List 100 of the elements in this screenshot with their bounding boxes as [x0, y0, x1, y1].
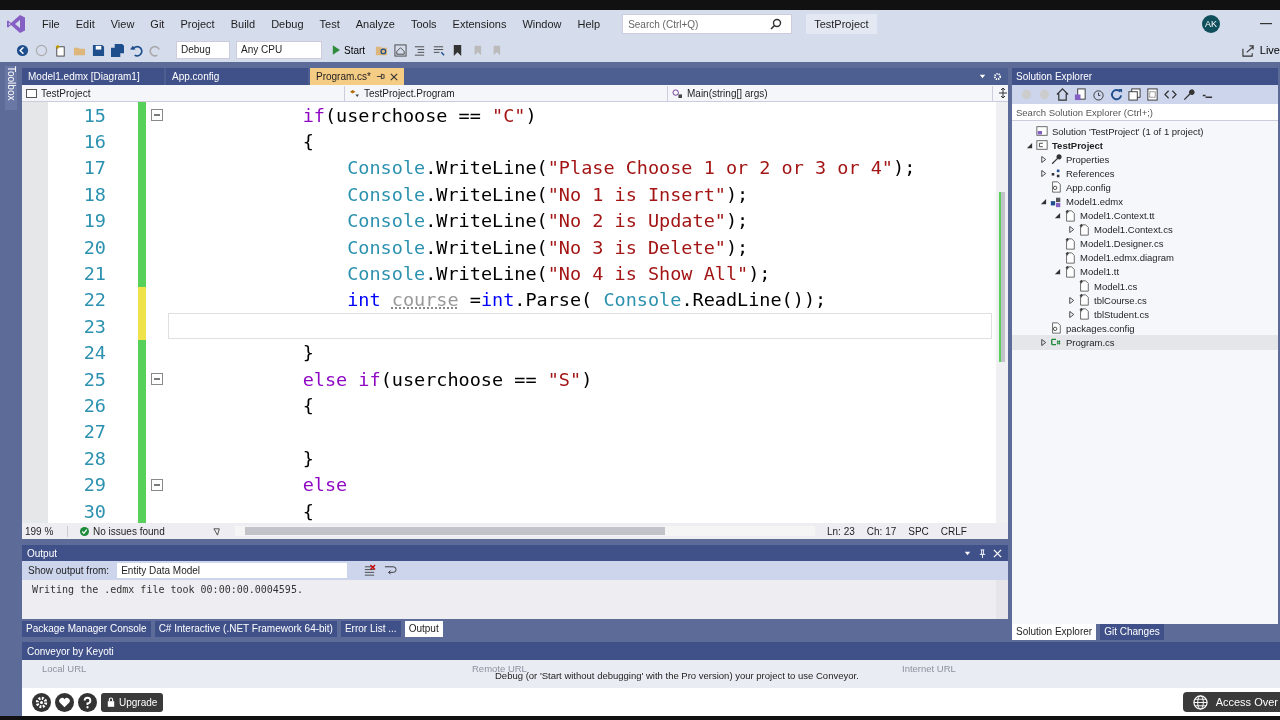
show-all-files-icon[interactable]	[1146, 88, 1159, 101]
configuration-dropdown[interactable]: Debug	[176, 41, 230, 59]
code-line: Console.WriteLine("No 2 is Update");	[346, 210, 749, 232]
tree-item[interactable]: tblStudent.cs	[1012, 307, 1278, 322]
menu-item[interactable]: Help	[569, 18, 609, 30]
horizontal-scrollbar[interactable]	[235, 526, 815, 536]
minimize-icon[interactable]	[1260, 23, 1272, 25]
code-line: }	[301, 342, 314, 364]
panel-tab[interactable]: Git Changes	[1100, 624, 1164, 640]
help-icon[interactable]	[78, 692, 97, 712]
issues-status[interactable]: No issues found	[80, 525, 200, 537]
panel-tab[interactable]: Package Manager Console	[22, 621, 151, 637]
expanded-icon[interactable]	[1025, 141, 1033, 149]
tree-item[interactable]: Program.cs	[1012, 335, 1278, 350]
menu-item[interactable]: Edit	[67, 18, 103, 30]
collapsed-icon[interactable]	[1067, 296, 1075, 304]
history-icon[interactable]	[1092, 88, 1105, 101]
toolbox-tab[interactable]: Toolbox	[5, 66, 17, 110]
vertical-scrollbar[interactable]	[996, 102, 1008, 523]
collapse-icon[interactable]	[151, 373, 163, 386]
search-field[interactable]: Search Solution Explorer (Ctrl+;)	[1012, 104, 1278, 121]
menu-item[interactable]: View	[102, 18, 143, 30]
home-icon[interactable]	[1056, 88, 1069, 101]
tree-item[interactable]: Model1.edmx.diagram	[1012, 250, 1278, 265]
csharp-project-icon	[1036, 139, 1048, 152]
member-dropdown[interactable]: Main(string[] args)	[668, 85, 993, 101]
editor-tab[interactable]: App.config	[166, 68, 308, 85]
collapsed-icon[interactable]	[1039, 155, 1047, 163]
tree-item[interactable]: Model1.edmx	[1012, 194, 1278, 209]
code-line: Console.WriteLine("Plase Choose 1 or 2 or 3 or 4");	[346, 157, 916, 179]
collapsed-icon[interactable]	[1039, 338, 1047, 346]
save-all-icon[interactable]	[111, 43, 124, 57]
tree-item[interactable]: packages.config	[1012, 321, 1278, 336]
switch-views-icon[interactable]	[1074, 88, 1087, 101]
output-source-dropdown[interactable]: Entity Data Model	[117, 563, 348, 578]
expanded-icon[interactable]	[1039, 198, 1047, 205]
tree-item[interactable]: Model1.cs	[1012, 279, 1278, 294]
tree-item[interactable]: Properties	[1012, 152, 1278, 167]
panel-tab[interactable]: Solution Explorer	[1012, 624, 1097, 640]
tree-item[interactable]: App.config	[1012, 180, 1278, 195]
expanded-icon[interactable]	[1053, 212, 1061, 220]
tree-item[interactable]: TestProject	[1012, 138, 1278, 153]
comment-icon[interactable]	[432, 43, 446, 57]
expanded-icon[interactable]	[1053, 268, 1061, 276]
menu-item[interactable]: Build	[222, 18, 264, 30]
collapsed-icon[interactable]	[1039, 169, 1047, 177]
start-button[interactable]: Start	[328, 44, 370, 56]
menu-item[interactable]: Git	[142, 18, 173, 30]
editor-tab[interactable]: Model1.edmx [Diagram1]	[22, 68, 164, 85]
refresh-icon[interactable]	[1110, 88, 1123, 101]
collapse-icon[interactable]	[151, 109, 163, 122]
output-scrollbar[interactable]	[996, 580, 1008, 619]
menu-item[interactable]: Window	[514, 18, 570, 30]
menu-item[interactable]: Debug	[263, 18, 312, 30]
word-wrap-icon[interactable]	[384, 564, 398, 577]
project-dropdown[interactable]: TestProject	[22, 85, 345, 101]
back-icon[interactable]	[16, 43, 29, 57]
pin-icon[interactable]	[376, 72, 385, 81]
search-field[interactable]: Search (Ctrl+Q)	[622, 14, 793, 34]
tree-item[interactable]: Model1.Context.tt	[1012, 208, 1278, 223]
editor-tab[interactable]: Program.cs*	[310, 68, 404, 85]
new-item-icon[interactable]	[54, 43, 67, 57]
collapsed-icon[interactable]	[1067, 310, 1075, 318]
tree-item[interactable]: Model1.Context.cs	[1012, 222, 1278, 237]
panel-tab[interactable]: C# Interactive (.NET Framework 64-bit)	[154, 621, 337, 637]
dropdown-icon[interactable]	[978, 72, 987, 81]
live-share-button[interactable]: Live	[1241, 43, 1280, 57]
upgrade-button[interactable]: Upgrade	[101, 692, 164, 712]
platform-dropdown[interactable]: Any CPU	[236, 41, 322, 59]
zoom-dropdown[interactable]: 199 %	[22, 525, 68, 537]
tree-item[interactable]: Solution 'TestProject' (1 of 1 project)	[1012, 124, 1278, 139]
menu-item[interactable]: Project	[172, 18, 223, 30]
settings-icon[interactable]	[993, 72, 1002, 81]
menu-item[interactable]: Extensions	[444, 18, 515, 30]
wrench-icon[interactable]	[1182, 88, 1195, 101]
tree-item[interactable]: Model1.tt	[1012, 264, 1278, 280]
access-over-internet-button[interactable]: Access Over	[1182, 692, 1280, 712]
collapse-all-icon[interactable]	[1128, 88, 1141, 101]
home-icon[interactable]	[394, 43, 408, 57]
split-icon[interactable]	[998, 88, 1008, 98]
save-icon[interactable]	[92, 43, 105, 57]
panel-tab[interactable]: Output	[404, 621, 443, 637]
tree-item[interactable]: Model1.Designer.cs	[1012, 236, 1278, 251]
menu-item[interactable]: Analyze	[347, 18, 403, 30]
code-icon[interactable]	[1164, 88, 1177, 101]
collapse-icon[interactable]	[151, 478, 163, 491]
clear-all-icon[interactable]	[363, 564, 377, 577]
menu-item[interactable]: Test	[311, 18, 348, 30]
close-icon[interactable]	[390, 72, 398, 81]
panel-tab[interactable]: Error List ...	[340, 621, 401, 637]
class-dropdown[interactable]: TestProject.Program	[345, 85, 668, 101]
collapsed-icon[interactable]	[1067, 226, 1075, 234]
settings-icon[interactable]	[32, 692, 51, 712]
undo-icon[interactable]	[130, 43, 143, 57]
indent-icon[interactable]	[413, 43, 427, 57]
menu-item[interactable]: Tools	[402, 18, 445, 30]
account-avatar[interactable]: AK	[1202, 15, 1220, 33]
tree-item[interactable]: tblCourse.cs	[1012, 293, 1278, 308]
tree-item[interactable]: References	[1012, 166, 1278, 181]
menu-item[interactable]: File	[34, 18, 68, 30]
